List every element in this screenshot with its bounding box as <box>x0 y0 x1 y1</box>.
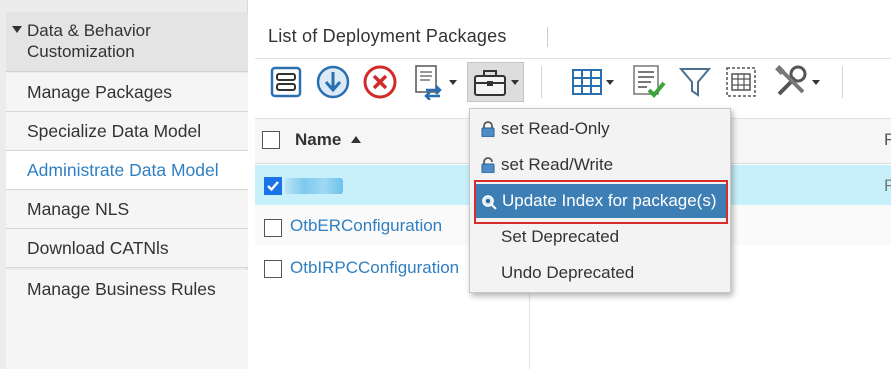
sort-ascending-icon <box>351 136 361 143</box>
properties-icon <box>270 66 302 98</box>
sidebar-item-administrate-data-model[interactable]: Administrate Data Model <box>6 151 248 190</box>
collapse-triangle-icon[interactable] <box>12 26 22 33</box>
package-link[interactable]: OtbERConfiguration <box>290 216 442 236</box>
filter-button[interactable] <box>675 63 715 101</box>
export-document-button[interactable] <box>405 63 461 101</box>
menu-item-set-read-write[interactable]: set Read/Write <box>470 148 730 182</box>
filter-icon <box>678 68 712 97</box>
select-table-icon <box>726 67 756 97</box>
sidebar-section-title: Data & Behavior Customization <box>27 21 151 61</box>
menu-item-set-deprecated[interactable]: Set Deprecated <box>470 220 730 254</box>
column-header-name[interactable]: Name <box>295 130 341 150</box>
row-second-cell: F <box>884 176 891 195</box>
menu-item-label: set Read-Only <box>501 119 610 138</box>
menu-item-label: set Read/Write <box>501 155 614 174</box>
unlock-icon <box>481 157 495 173</box>
properties-button[interactable] <box>266 63 306 101</box>
page-title: List of Deployment Packages <box>268 26 507 46</box>
package-link[interactable]: OtbIRPCConfiguration <box>290 258 459 278</box>
select-all-checkbox[interactable] <box>262 131 280 149</box>
sidebar-item-manage-business-rules[interactable]: Manage Business Rules <box>6 270 248 309</box>
delete-button[interactable] <box>360 63 400 101</box>
grid-view-icon <box>571 69 602 95</box>
grid-view-button[interactable] <box>566 63 618 101</box>
toolbox-button[interactable] <box>467 62 524 102</box>
sidebar-item-download-catnls[interactable]: Download CATNls <box>6 229 248 268</box>
menu-item-undo-deprecated[interactable]: Undo Deprecated <box>470 256 730 290</box>
export-document-icon <box>414 65 442 100</box>
menu-item-label: Set Deprecated <box>501 227 620 246</box>
chevron-down-icon <box>448 79 457 85</box>
check-icon <box>267 181 279 192</box>
lock-icon <box>481 121 495 137</box>
download-button[interactable] <box>313 63 353 101</box>
download-icon <box>316 65 350 99</box>
sidebar-item-specialize-data-model[interactable]: Specialize Data Model <box>6 112 248 151</box>
tools-icon <box>774 65 806 96</box>
row-checkbox[interactable] <box>264 260 282 278</box>
row-checkbox[interactable] <box>264 219 282 237</box>
chevron-down-icon <box>811 79 820 85</box>
menu-item-set-read-only[interactable]: set Read-Only <box>470 112 730 146</box>
highlight-annotation-box <box>474 180 728 224</box>
sidebar-section-header[interactable]: Data & Behavior Customization <box>6 12 248 72</box>
redacted-package-name[interactable] <box>285 178 343 194</box>
row-checkbox[interactable] <box>264 177 282 195</box>
validate-list-icon <box>633 65 666 98</box>
chevron-down-icon <box>511 79 519 85</box>
sidebar: Data & Behavior Customization Manage Pac… <box>0 0 248 369</box>
select-table-button[interactable] <box>721 63 761 101</box>
tools-button[interactable] <box>767 63 825 101</box>
toolbox-icon <box>474 70 506 96</box>
validate-list-button[interactable] <box>629 63 669 101</box>
chevron-down-icon <box>605 79 614 85</box>
column-header-second[interactable]: F <box>884 130 891 150</box>
delete-icon <box>363 65 397 99</box>
sidebar-item-manage-packages[interactable]: Manage Packages <box>6 73 248 112</box>
sidebar-item-manage-nls[interactable]: Manage NLS <box>6 190 248 229</box>
menu-item-label: Undo Deprecated <box>501 263 635 282</box>
